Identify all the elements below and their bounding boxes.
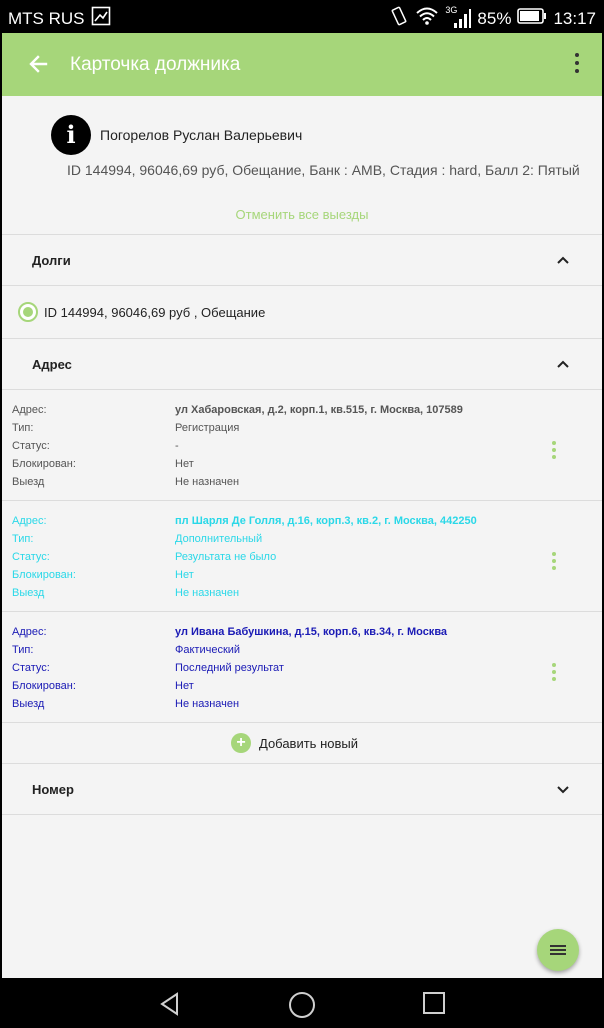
blocked-value: Нет [175,458,194,470]
divider [2,814,602,815]
debt-radio[interactable] [18,302,38,322]
address-menu-button[interactable] [552,663,556,684]
divider [2,338,602,339]
status-value: Результата не было [175,551,277,563]
visit-label: Выезд [12,587,45,599]
chevron-up-icon[interactable] [556,255,570,265]
type-label: Тип: [12,644,34,656]
visit-value: Не назначен [175,698,240,710]
arrow-left-icon [29,55,48,73]
section-number-title[interactable]: Номер [32,782,74,797]
more-vert-icon [552,663,556,681]
info-icon[interactable]: i [51,115,91,155]
chevron-up-icon[interactable] [556,359,570,369]
type-label: Тип: [12,533,34,545]
status-label: Статус: [12,551,50,563]
section-debts-title[interactable]: Долги [32,253,71,268]
vibrate-icon [389,6,409,31]
blocked-value: Нет [175,569,194,581]
type-value: Фактический [175,644,241,656]
address-menu-button[interactable] [552,552,556,573]
debt-item-label[interactable]: ID 144994, 96046,69 руб , Обещание [44,305,265,320]
wifi-icon [415,6,439,31]
signal-icon: 3G [445,4,472,30]
blocked-label: Блокирован: [12,569,76,581]
network-type-label: 3G [445,4,458,15]
carrier-label: MTS RUS [8,8,85,28]
nav-home-icon[interactable] [288,991,316,1019]
cancel-all-visits-button[interactable]: Отменить все выезды [2,207,602,222]
chevron-down-icon[interactable] [556,784,570,794]
more-vert-icon [552,441,556,459]
blocked-label: Блокирован: [12,458,76,470]
clock: 13:17 [553,8,596,28]
nav-back-icon[interactable] [157,991,183,1017]
fab-menu-button[interactable] [537,929,579,971]
add-address-button[interactable]: + Добавить новый [231,733,358,753]
blocked-value: Нет [175,680,194,692]
status-value: - [175,440,179,452]
battery-icon [517,8,547,29]
type-value: Дополнительный [175,533,263,545]
divider [2,285,602,286]
divider [2,722,602,723]
divider [2,234,602,235]
plus-icon: + [231,733,251,753]
address-menu-button[interactable] [552,441,556,462]
image-notification-icon [91,6,111,31]
status-label: Статус: [12,662,50,674]
battery-percent: 85% [477,8,512,28]
section-address-title[interactable]: Адрес [32,357,72,372]
debtor-details: ID 144994, 96046,69 руб, Обещание, Банк … [67,162,580,178]
address-value: ул Хабаровская, д.2, корп.1, кв.515, г. … [175,404,463,416]
address-value: пл Шарля Де Голля, д.16, корп.3, кв.2, г… [175,515,477,527]
more-vert-icon [552,552,556,570]
status-value: Последний результат [175,662,284,674]
nav-recent-apps-icon[interactable] [422,991,446,1015]
address-label: Адрес: [12,626,47,638]
add-address-label: Добавить новый [259,735,358,751]
address-value: ул Ивана Бабушкина, д.15, корп.6, кв.34,… [175,626,448,638]
back-button[interactable] [26,51,52,77]
address-item[interactable]: Адрес: ул Ивана Бабушкина, д.15, корп.6,… [2,612,602,722]
app-screen: MTS RUS 3G 85% 13:17 Карточка должника i… [2,0,602,1028]
visit-label: Выезд [12,698,45,710]
type-value: Регистрация [175,422,240,434]
debtor-name: Погорелов Руслан Валерьевич [100,127,303,143]
visit-value: Не назначен [175,587,240,599]
navigation-bar [2,978,602,1028]
address-item[interactable]: Адрес: пл Шарля Де Голля, д.16, корп.3, … [2,501,602,611]
address-label: Адрес: [12,404,47,416]
visit-label: Выезд [12,476,45,488]
divider [2,763,602,764]
more-menu-button[interactable] [574,53,580,75]
page-title: Карточка должника [70,54,241,75]
blocked-label: Блокирован: [12,680,76,692]
type-label: Тип: [12,422,34,434]
address-label: Адрес: [12,515,47,527]
status-bar: MTS RUS 3G 85% 13:17 [2,0,602,33]
status-label: Статус: [12,440,50,452]
address-item[interactable]: Адрес: ул Хабаровская, д.2, корп.1, кв.5… [2,390,602,500]
visit-value: Не назначен [175,476,240,488]
more-vert-icon [574,53,580,73]
app-bar: Карточка должника [2,33,602,96]
